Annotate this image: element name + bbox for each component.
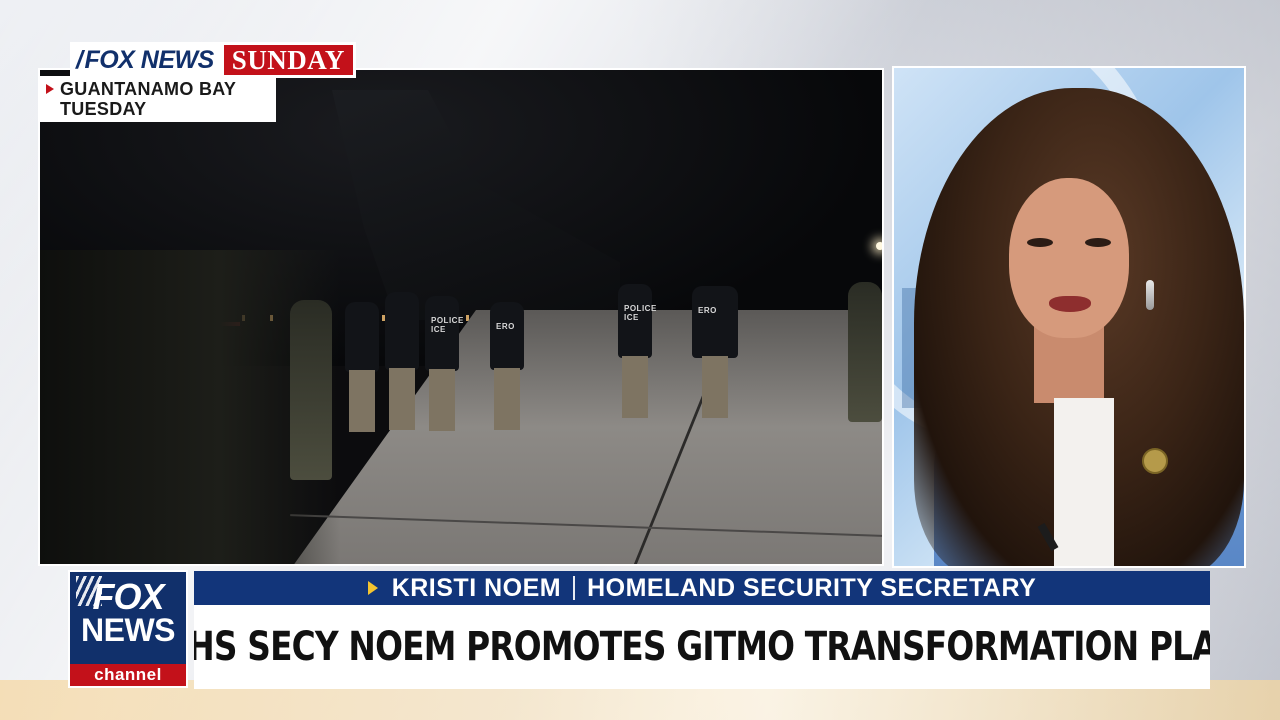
officer-figure: POLICE ICE (618, 284, 656, 418)
soldier-figure (290, 300, 332, 480)
officer-figure: ERO (692, 286, 738, 418)
location-day: TUESDAY (60, 99, 147, 119)
logo-channel-text: channel (70, 664, 186, 686)
network-logo: / FOX NEWS (70, 42, 224, 78)
officer-figure (345, 302, 379, 432)
guest-blouse (1054, 398, 1114, 566)
footage-video-panel: POLICE ICE ERO POLICE ICE ERO (38, 68, 884, 566)
vest-label: ERO (698, 306, 717, 315)
eye-icon (1085, 238, 1111, 247)
officer-figure (385, 292, 419, 430)
officer-figure: POLICE ICE (425, 296, 463, 431)
network-name: FOX NEWS (84, 45, 214, 74)
vest-label: POLICE ICE (624, 304, 657, 322)
headline-bar: DHS SECY NOEM PROMOTES GITMO TRANSFORMAT… (194, 605, 1210, 689)
logo-news-text: NEWS (81, 612, 176, 648)
guest-name: KRISTI NOEM (391, 573, 562, 602)
location-day-line: TUESDAY (46, 99, 276, 119)
location-tag: GUANTANAMO BAY TUESDAY (38, 76, 276, 122)
guest-face (1009, 178, 1129, 338)
earring-icon (1146, 280, 1154, 310)
guest-title: HOMELAND SECURITY SECRETARY (587, 573, 1037, 602)
vest-label: ERO (496, 322, 515, 331)
fox-slash-icon: / (76, 45, 83, 74)
separator (573, 576, 576, 600)
show-name: SUNDAY (223, 42, 356, 78)
headline-text: DHS SECY NOEM PROMOTES GITMO TRANSFORMAT… (194, 624, 1210, 670)
mouth-icon (1049, 296, 1091, 312)
vest-label: POLICE ICE (431, 316, 464, 334)
soldier-figure (848, 282, 882, 422)
logo-fox-text: FOX (92, 576, 164, 617)
eye-icon (1027, 238, 1053, 247)
location-place: GUANTANAMO BAY (60, 79, 237, 99)
triangle-right-icon (46, 84, 54, 94)
officer-figure: ERO (490, 302, 524, 430)
triangle-right-icon (367, 581, 378, 595)
show-brand-bug: / FOX NEWS SUNDAY (70, 42, 356, 78)
light-icon (876, 242, 882, 250)
fox-news-channel-logo: FOX NEWS channel (68, 570, 188, 688)
location-line: GUANTANAMO BAY (46, 79, 276, 99)
guest-nameplate: KRISTI NOEM HOMELAND SECURITY SECRETARY (194, 571, 1210, 605)
lapel-pin-icon (1142, 448, 1168, 474)
guest-video-panel (892, 66, 1246, 568)
